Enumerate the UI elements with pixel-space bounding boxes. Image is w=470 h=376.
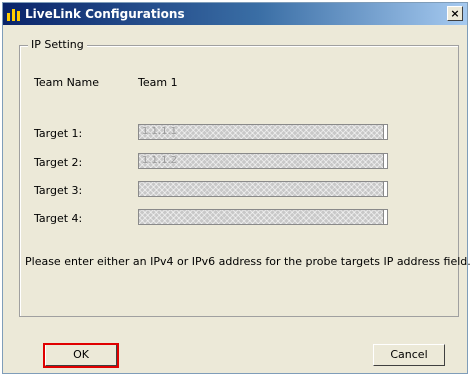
liveLink-configurations-dialog: LiveLink Configurations × IP Setting Tea… (2, 2, 470, 374)
target-4-input[interactable] (138, 209, 384, 225)
target-2-input[interactable]: 1.1.1.2 (138, 153, 384, 169)
ip-address-hint: Please enter either an IPv4 or IPv6 addr… (25, 255, 470, 268)
cancel-button[interactable]: Cancel (373, 344, 445, 366)
target-3-input[interactable] (138, 181, 384, 197)
target-3-label: Target 3: (34, 184, 83, 197)
livelink-icon (7, 7, 21, 21)
team-name-label: Team Name (34, 76, 100, 89)
ip-setting-legend: IP Setting (28, 38, 87, 51)
window-title: LiveLink Configurations (25, 7, 185, 21)
title-bar[interactable]: LiveLink Configurations × (3, 3, 467, 25)
target-2-label: Target 2: (34, 156, 83, 169)
target-4-input-end (384, 209, 388, 225)
target-4-label: Target 4: (34, 212, 83, 225)
target-1-input-end (384, 124, 388, 140)
close-button[interactable]: × (447, 6, 463, 21)
target-2-input-end (384, 153, 388, 169)
ip-setting-group: IP Setting Team Name Team 1 Target 1: 1.… (19, 38, 459, 317)
target-3-input-end (384, 181, 388, 197)
target-1-label: Target 1: (34, 127, 83, 140)
ok-button-highlight (43, 343, 119, 368)
team-name-value: Team 1 (138, 76, 178, 89)
target-1-input[interactable]: 1.1.1.1 (138, 124, 384, 140)
